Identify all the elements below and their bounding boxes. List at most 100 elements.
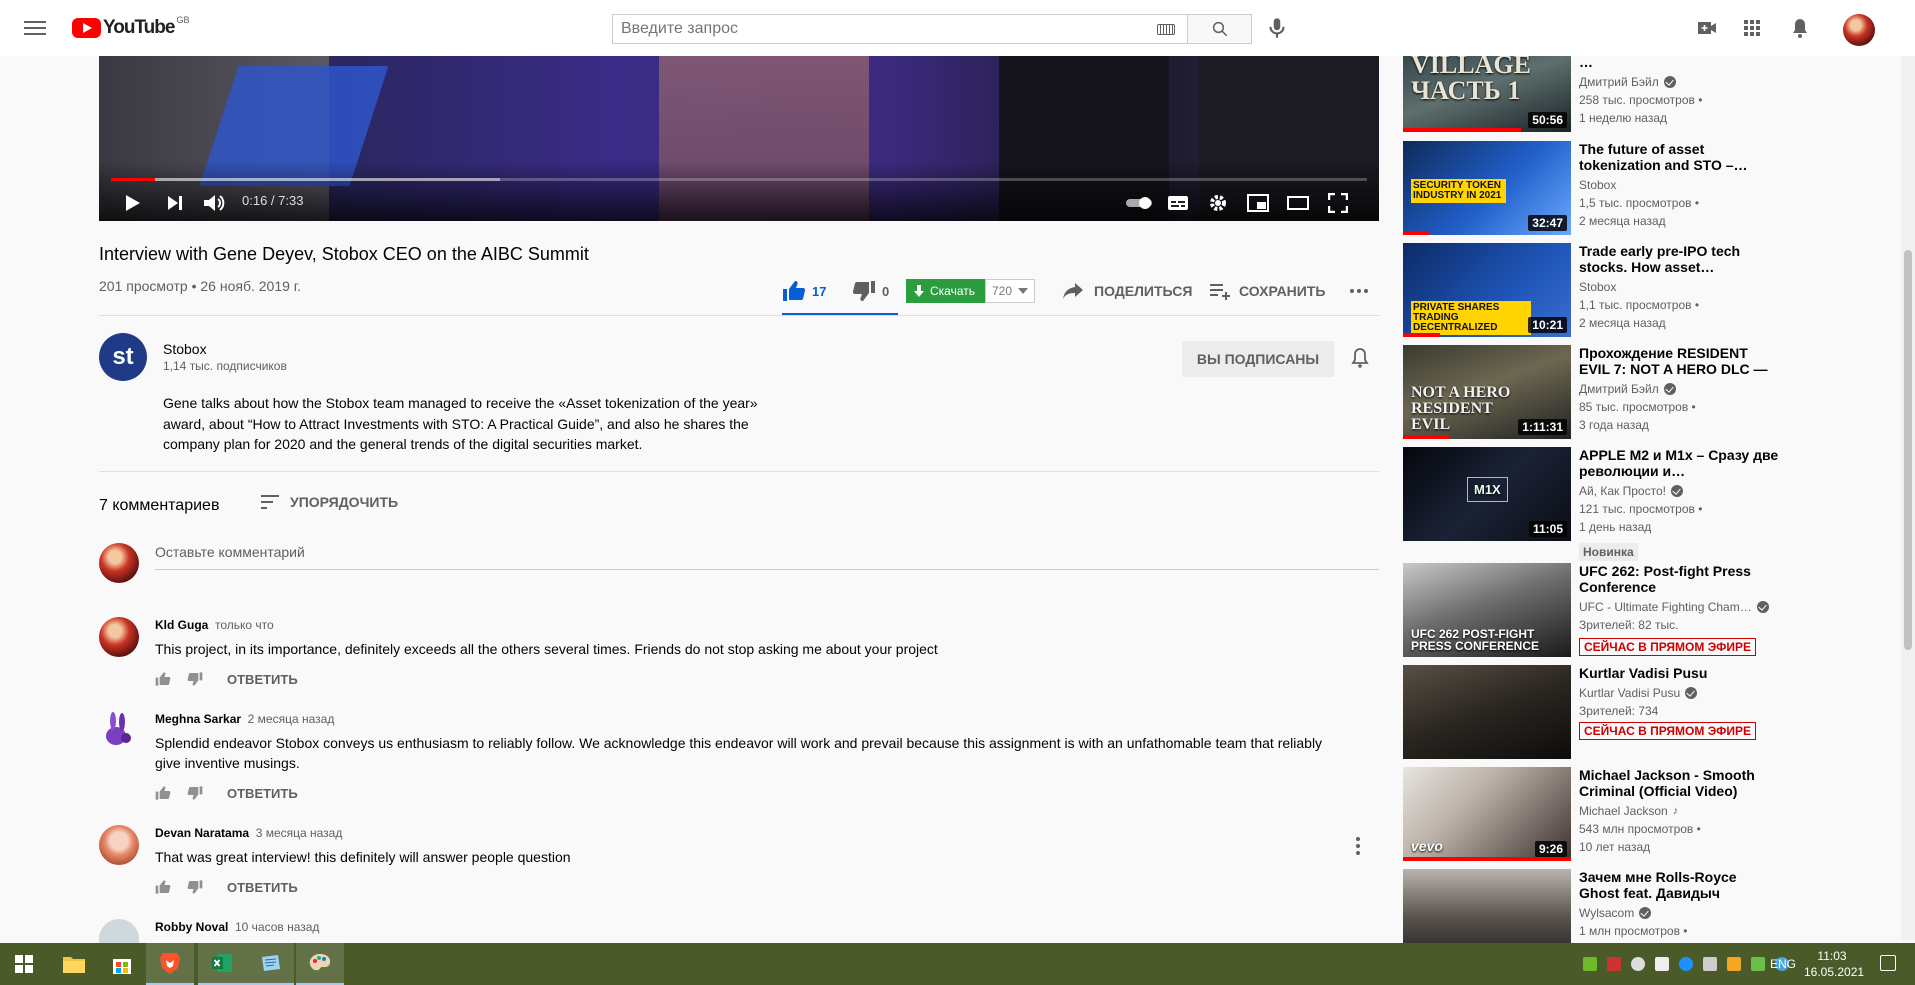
speaker-icon[interactable] [1655,957,1669,971]
download-arrow-icon [914,285,924,297]
taskbar-store[interactable] [98,943,146,985]
channel-name[interactable]: Stobox [163,341,207,357]
subscribed-button[interactable]: ВЫ ПОДПИСАНЫ [1182,341,1334,377]
quality-select[interactable]: 720 [985,279,1036,303]
nvidia-icon[interactable] [1583,957,1597,971]
network-icon[interactable] [1703,957,1717,971]
taskbar-excel[interactable] [198,943,246,985]
search-icon [1212,21,1227,37]
comment-dislike-icon[interactable] [187,879,203,895]
like-button[interactable]: 17 [782,276,826,306]
related-views: 121 тыс. просмотров • [1579,502,1703,516]
bluetooth-icon[interactable] [1631,957,1645,971]
subtitles-button[interactable] [1164,189,1192,217]
video-duration: 32:47 [1528,215,1567,231]
action-center-icon[interactable] [1880,955,1896,971]
theater-mode-button[interactable] [1284,189,1312,217]
share-button[interactable]: ПОДЕЛИТЬСЯ [1062,278,1192,304]
store-bag-icon [113,959,131,974]
comment-menu-icon[interactable] [1349,835,1367,857]
reply-button[interactable]: ОТВЕТИТЬ [227,786,298,801]
reply-button[interactable]: ОТВЕТИТЬ [227,672,298,687]
comment-time[interactable]: 2 месяца назад [248,712,335,726]
comment-author[interactable]: Devan Naratama [155,826,249,840]
comment-author-avatar[interactable] [99,617,139,657]
reply-button[interactable]: ОТВЕТИТЬ [227,880,298,895]
clock[interactable]: 11:03 16.05.2021 [1804,948,1864,980]
channel-notification-bell-icon[interactable] [1348,346,1372,370]
taskbar-notepad[interactable] [246,943,294,985]
channel-name: Kurtlar Vadisi Pusu [1579,686,1681,700]
related-video[interactable]: M1X 11:05 APPLE M2 и M1x – Сразу две рев… [1403,447,1903,561]
related-views: Зрителей: 734 [1579,704,1659,718]
notifications-bell-icon[interactable] [1788,16,1812,40]
more-actions-icon[interactable] [1348,282,1370,300]
input-language[interactable]: ENG [1770,957,1796,971]
create-video-icon[interactable] [1695,16,1719,40]
menu-icon[interactable] [24,18,46,38]
save-button[interactable]: СОХРАНИТЬ [1209,278,1325,304]
comment-dislike-icon[interactable] [187,785,203,801]
page-scrollbar[interactable] [1901,0,1915,940]
taskbar-paint[interactable] [296,943,344,985]
comment-like-icon[interactable] [155,879,171,895]
related-video[interactable]: NOT A HERO RESIDENT EVIL 1:11:31 Прохожд… [1403,345,1903,440]
comment-like-icon[interactable] [155,785,171,801]
taskbar-brave-browser[interactable] [146,943,194,985]
next-button[interactable] [161,189,189,217]
video-player[interactable]: 0:16 / 7:33 [99,56,1379,221]
comment-time[interactable]: только что [215,618,274,632]
related-video[interactable]: vevo 9:26 Michael Jackson - Smooth Crimi… [1403,767,1903,862]
taskbar-file-explorer[interactable] [50,943,98,985]
related-views: 1 млн просмотров • [1579,924,1688,938]
start-button[interactable] [0,943,48,985]
related-video[interactable]: UFC 262 POST-FIGHT PRESS CONFERENCE UFC … [1403,563,1903,658]
related-video[interactable]: SECURITY TOKEN INDUSTRY IN 2021 32:47 Th… [1403,141,1903,236]
related-video[interactable]: PRIVATE SHARES TRADING DECENTRALIZED 10:… [1403,243,1903,338]
channel-avatar[interactable]: st [99,333,147,381]
comment-author-avatar[interactable] [99,825,139,865]
related-views: 1,5 тыс. просмотров • [1579,196,1700,210]
account-avatar[interactable] [1843,14,1875,46]
seek-bar[interactable] [111,178,1367,181]
scrollbar-thumb[interactable] [1904,250,1912,650]
related-video[interactable]: Kurtlar Vadisi Pusu Kurtlar Vadisi Pusu … [1403,665,1903,760]
download-button[interactable]: Скачать [906,279,985,303]
comment-time[interactable]: 10 часов назад [235,920,319,934]
notes-icon[interactable] [1727,957,1741,971]
comment-text: That was great interview! this definitel… [155,849,571,865]
skype-icon[interactable] [1679,957,1693,971]
search-button[interactable] [1187,14,1252,44]
apps-grid-icon[interactable] [1740,16,1764,40]
related-age: 3 года назад [1579,418,1649,432]
app-tray-icon[interactable] [1607,957,1621,971]
keyboard-icon[interactable] [1157,24,1175,35]
dislike-button[interactable]: 0 [852,276,889,306]
add-comment-field[interactable]: Оставьте комментарий [155,544,1379,570]
search-input[interactable] [613,15,1187,43]
comment-dislike-icon[interactable] [187,671,203,687]
miniplayer-button[interactable] [1244,189,1272,217]
playlist-add-icon [1210,284,1230,300]
battery-icon[interactable] [1751,957,1765,971]
comment-author[interactable]: Kld Guga [155,618,208,632]
play-button[interactable] [119,189,147,217]
autoplay-toggle[interactable] [1124,189,1156,217]
clock-time: 11:03 [1817,949,1847,963]
comment-author[interactable]: Meghna Sarkar [155,712,241,726]
related-video[interactable]: Зачем мне Rolls-Royce Ghost feat. Давиды… [1403,869,1903,943]
comment-author-avatar[interactable] [99,711,139,751]
masthead: YouTube GB [0,0,1915,56]
settings-button[interactable] [1204,189,1232,217]
comment-time[interactable]: 3 месяца назад [256,826,343,840]
mic-icon[interactable] [1264,15,1290,41]
comment-author-avatar[interactable] [99,919,139,943]
sort-comments-button[interactable]: УПОРЯДОЧИТЬ [260,494,398,510]
save-label: СОХРАНИТЬ [1239,283,1326,299]
volume-button[interactable] [200,189,228,217]
youtube-logo[interactable]: YouTube GB [72,15,189,39]
comment-like-icon[interactable] [155,671,171,687]
fullscreen-button[interactable] [1324,189,1352,217]
comment-author[interactable]: Robby Noval [155,920,228,934]
verified-check-icon [1663,76,1676,88]
